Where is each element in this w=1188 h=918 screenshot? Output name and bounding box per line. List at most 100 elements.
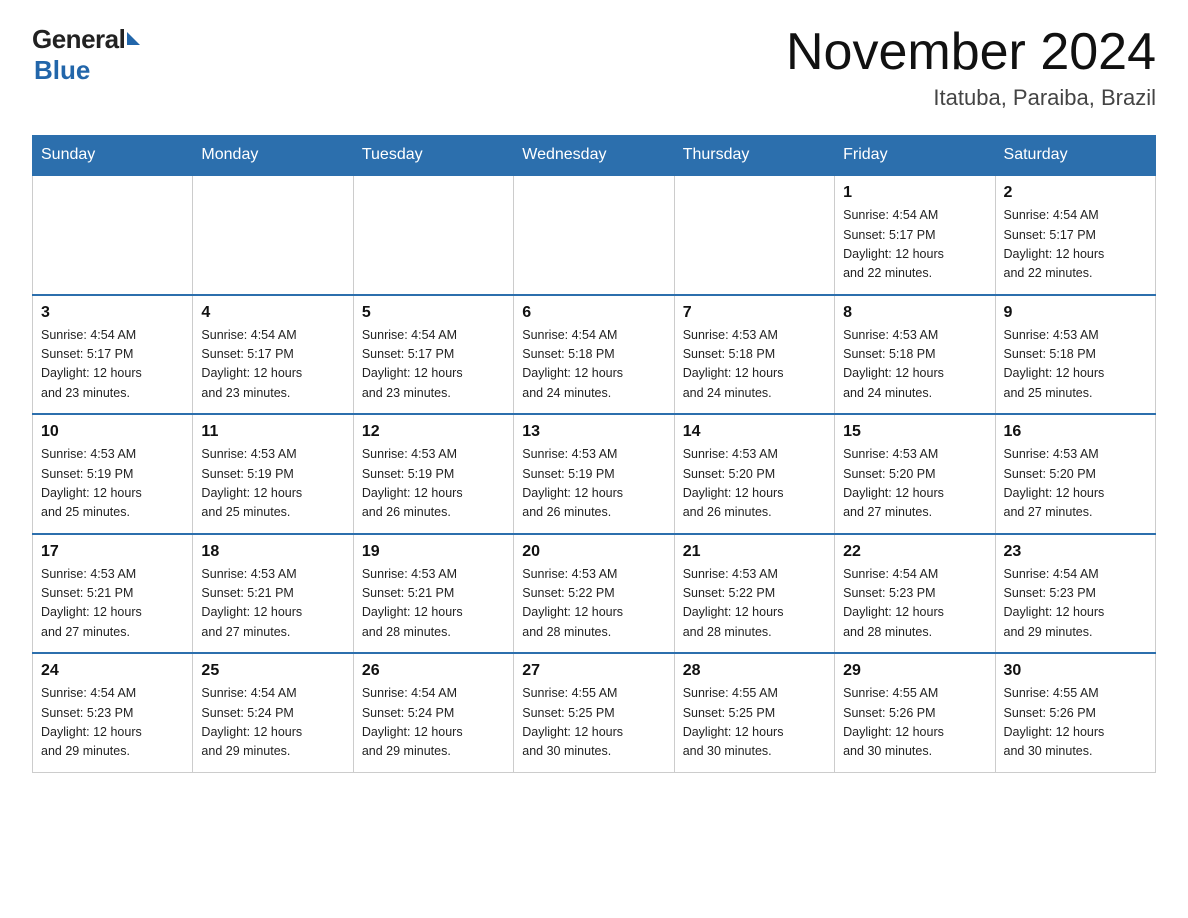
day-number: 19 — [362, 543, 505, 561]
day-info: Sunrise: 4:55 AMSunset: 5:26 PMDaylight:… — [1004, 684, 1147, 762]
day-info: Sunrise: 4:53 AMSunset: 5:19 PMDaylight:… — [201, 445, 344, 523]
day-of-week-header: Saturday — [995, 136, 1155, 176]
day-of-week-header: Friday — [835, 136, 995, 176]
calendar-cell: 26Sunrise: 4:54 AMSunset: 5:24 PMDayligh… — [353, 653, 513, 772]
day-number: 28 — [683, 662, 826, 680]
day-info: Sunrise: 4:53 AMSunset: 5:20 PMDaylight:… — [683, 445, 826, 523]
calendar-cell: 5Sunrise: 4:54 AMSunset: 5:17 PMDaylight… — [353, 295, 513, 415]
calendar-cell: 4 Sunrise: 4:54 AMSunset: 5:17 PMDaylight… — [193, 295, 353, 415]
day-number: 27 — [522, 662, 665, 680]
day-number: 12 — [362, 423, 505, 441]
calendar-cell: 30 Sunrise: 4:55 AMSunset: 5:26 PMDayligh… — [995, 653, 1155, 772]
day-info: Sunrise: 4:54 AMSunset: 5:23 PMDaylight:… — [1004, 565, 1147, 643]
calendar-cell: 9Sunrise: 4:53 AMSunset: 5:18 PMDaylight… — [995, 295, 1155, 415]
calendar-cell: 15 Sunrise: 4:53 AMSunset: 5:20 PMDayligh… — [835, 414, 995, 534]
day-info: Sunrise: 4:54 AMSunset: 5:17 PMDaylight:… — [362, 326, 505, 404]
logo-general-text: General — [32, 24, 125, 55]
week-row: 3 Sunrise: 4:54 AMSunset: 5:17 PMDaylight… — [33, 295, 1156, 415]
day-info: Sunrise: 4:54 AMSunset: 5:17 PMDaylight:… — [1004, 206, 1147, 284]
day-info: Sunrise: 4:53 AMSunset: 5:22 PMDaylight:… — [683, 565, 826, 643]
day-number: 15 — [843, 423, 986, 441]
calendar-cell — [674, 175, 834, 295]
day-info: Sunrise: 4:53 AMSunset: 5:18 PMDaylight:… — [843, 326, 986, 404]
day-number: 1 — [843, 184, 986, 202]
day-number: 24 — [41, 662, 184, 680]
day-info: Sunrise: 4:54 AMSunset: 5:23 PMDaylight:… — [41, 684, 184, 762]
day-info: Sunrise: 4:53 AMSunset: 5:20 PMDaylight:… — [843, 445, 986, 523]
calendar-cell: 3 Sunrise: 4:54 AMSunset: 5:17 PMDaylight… — [33, 295, 193, 415]
day-number: 2 — [1004, 184, 1147, 202]
day-info: Sunrise: 4:53 AMSunset: 5:19 PMDaylight:… — [522, 445, 665, 523]
week-row: 10 Sunrise: 4:53 AMSunset: 5:19 PMDayligh… — [33, 414, 1156, 534]
calendar-cell: 19 Sunrise: 4:53 AMSunset: 5:21 PMDayligh… — [353, 534, 513, 654]
day-number: 11 — [201, 423, 344, 441]
calendar-cell — [353, 175, 513, 295]
day-info: Sunrise: 4:53 AMSunset: 5:18 PMDaylight:… — [683, 326, 826, 404]
week-row: 17 Sunrise: 4:53 AMSunset: 5:21 PMDayligh… — [33, 534, 1156, 654]
calendar-cell: 22 Sunrise: 4:54 AMSunset: 5:23 PMDayligh… — [835, 534, 995, 654]
title-block: November 2024 Itatuba, Paraiba, Brazil — [786, 24, 1156, 111]
day-of-week-header: Thursday — [674, 136, 834, 176]
day-number: 3 — [41, 304, 184, 322]
day-number: 16 — [1004, 423, 1147, 441]
day-number: 20 — [522, 543, 665, 561]
calendar-cell: 2 Sunrise: 4:54 AMSunset: 5:17 PMDaylight… — [995, 175, 1155, 295]
day-info: Sunrise: 4:53 AMSunset: 5:22 PMDaylight:… — [522, 565, 665, 643]
month-title: November 2024 — [786, 24, 1156, 81]
calendar-cell — [33, 175, 193, 295]
calendar-cell: 12 Sunrise: 4:53 AMSunset: 5:19 PMDayligh… — [353, 414, 513, 534]
week-row: 1 Sunrise: 4:54 AMSunset: 5:17 PMDaylight… — [33, 175, 1156, 295]
calendar-cell: 21 Sunrise: 4:53 AMSunset: 5:22 PMDayligh… — [674, 534, 834, 654]
calendar-cell — [193, 175, 353, 295]
day-info: Sunrise: 4:53 AMSunset: 5:21 PMDaylight:… — [201, 565, 344, 643]
header: General Blue November 2024 Itatuba, Para… — [32, 24, 1156, 111]
day-number: 30 — [1004, 662, 1147, 680]
calendar-cell: 17 Sunrise: 4:53 AMSunset: 5:21 PMDayligh… — [33, 534, 193, 654]
day-info: Sunrise: 4:54 AMSunset: 5:17 PMDaylight:… — [201, 326, 344, 404]
day-info: Sunrise: 4:53 AMSunset: 5:21 PMDaylight:… — [41, 565, 184, 643]
day-info: Sunrise: 4:54 AMSunset: 5:17 PMDaylight:… — [843, 206, 986, 284]
day-number: 8 — [843, 304, 986, 322]
day-of-week-header: Wednesday — [514, 136, 674, 176]
day-number: 14 — [683, 423, 826, 441]
location: Itatuba, Paraiba, Brazil — [786, 85, 1156, 111]
calendar-cell: 18Sunrise: 4:53 AMSunset: 5:21 PMDayligh… — [193, 534, 353, 654]
day-number: 22 — [843, 543, 986, 561]
logo-blue-text: Blue — [34, 55, 90, 86]
calendar-cell: 8 Sunrise: 4:53 AMSunset: 5:18 PMDaylight… — [835, 295, 995, 415]
logo: General Blue — [32, 24, 140, 86]
day-info: Sunrise: 4:53 AMSunset: 5:21 PMDaylight:… — [362, 565, 505, 643]
calendar-cell: 27 Sunrise: 4:55 AMSunset: 5:25 PMDayligh… — [514, 653, 674, 772]
day-number: 7 — [683, 304, 826, 322]
calendar-cell: 16 Sunrise: 4:53 AMSunset: 5:20 PMDayligh… — [995, 414, 1155, 534]
day-of-week-header: Monday — [193, 136, 353, 176]
logo-arrow-icon — [127, 32, 140, 45]
day-number: 10 — [41, 423, 184, 441]
day-number: 4 — [201, 304, 344, 322]
day-info: Sunrise: 4:53 AMSunset: 5:19 PMDaylight:… — [41, 445, 184, 523]
calendar-cell: 20 Sunrise: 4:53 AMSunset: 5:22 PMDayligh… — [514, 534, 674, 654]
calendar-cell: 28 Sunrise: 4:55 AMSunset: 5:25 PMDayligh… — [674, 653, 834, 772]
day-number: 25 — [201, 662, 344, 680]
calendar-table: SundayMondayTuesdayWednesdayThursdayFrid… — [32, 135, 1156, 773]
day-info: Sunrise: 4:55 AMSunset: 5:25 PMDaylight:… — [683, 684, 826, 762]
day-info: Sunrise: 4:54 AMSunset: 5:17 PMDaylight:… — [41, 326, 184, 404]
day-number: 17 — [41, 543, 184, 561]
day-info: Sunrise: 4:55 AMSunset: 5:25 PMDaylight:… — [522, 684, 665, 762]
day-info: Sunrise: 4:53 AMSunset: 5:20 PMDaylight:… — [1004, 445, 1147, 523]
calendar-cell: 23 Sunrise: 4:54 AMSunset: 5:23 PMDayligh… — [995, 534, 1155, 654]
day-of-week-header: Tuesday — [353, 136, 513, 176]
day-info: Sunrise: 4:53 AMSunset: 5:18 PMDaylight:… — [1004, 326, 1147, 404]
calendar-cell: 10 Sunrise: 4:53 AMSunset: 5:19 PMDayligh… — [33, 414, 193, 534]
calendar-cell: 6Sunrise: 4:54 AMSunset: 5:18 PMDaylight… — [514, 295, 674, 415]
day-number: 21 — [683, 543, 826, 561]
calendar-cell: 25 Sunrise: 4:54 AMSunset: 5:24 PMDayligh… — [193, 653, 353, 772]
day-info: Sunrise: 4:53 AMSunset: 5:19 PMDaylight:… — [362, 445, 505, 523]
day-info: Sunrise: 4:54 AMSunset: 5:24 PMDaylight:… — [201, 684, 344, 762]
day-info: Sunrise: 4:54 AMSunset: 5:24 PMDaylight:… — [362, 684, 505, 762]
week-row: 24 Sunrise: 4:54 AMSunset: 5:23 PMDayligh… — [33, 653, 1156, 772]
day-number: 29 — [843, 662, 986, 680]
calendar-cell — [514, 175, 674, 295]
day-number: 23 — [1004, 543, 1147, 561]
day-info: Sunrise: 4:54 AMSunset: 5:23 PMDaylight:… — [843, 565, 986, 643]
